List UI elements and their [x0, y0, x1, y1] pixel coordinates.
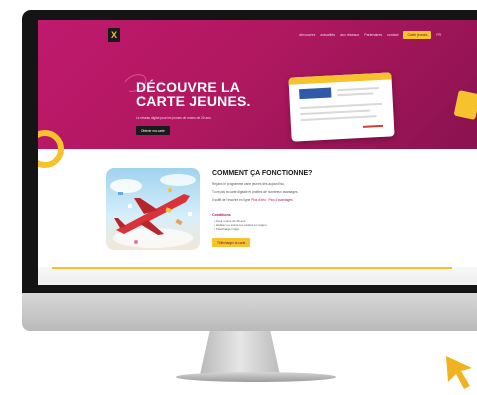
- language-selector[interactable]: FR: [436, 33, 441, 37]
- section-paragraph-1: Rejoins le programme carte jeunes dès au…: [212, 182, 285, 186]
- section-link[interactable]: Plus d'info : Plus d'avantages: [251, 198, 292, 202]
- download-card-button[interactable]: Télécharger la carte: [212, 238, 251, 247]
- monitor-screen: X découvrez actualités aux réseaux Parte…: [38, 20, 477, 285]
- conditions-title: Conditions: [212, 213, 231, 217]
- condition-item: Télécharger l'app.: [214, 227, 267, 231]
- card-illustration: [288, 72, 395, 142]
- nav-item-reseaux[interactable]: aux réseaux: [340, 33, 359, 37]
- section-title: COMMENT ÇA FONCTIONNE?: [212, 170, 313, 177]
- section-paragraph-2: Tu reçois ta carte digitale et profites …: [212, 190, 299, 194]
- monitor-chin: [22, 293, 477, 331]
- main-nav: découvrez actualités aux réseaux Partena…: [299, 31, 441, 39]
- next-section-strip: [38, 267, 477, 285]
- monitor-stand-neck: [200, 331, 280, 375]
- card-line: [337, 87, 380, 92]
- hero-title-line1: DÉCOUVRE LA: [136, 79, 241, 95]
- nav-item-contact[interactable]: contact: [387, 33, 398, 37]
- hero-banner: X découvrez actualités aux réseaux Parte…: [38, 20, 477, 149]
- yellow-divider: [52, 267, 452, 269]
- section-paragraph-3: Il suffit de t'inscrire en ligne Plus d'…: [212, 198, 293, 202]
- decorative-yellow-shape: [453, 89, 477, 121]
- card-line: [299, 102, 382, 110]
- hero-title-line2: CARTE JEUNES.: [136, 93, 251, 109]
- nav-item-partenaires[interactable]: Partenaires: [364, 33, 382, 37]
- card-line: [300, 115, 377, 122]
- card-top-strip: [288, 72, 392, 85]
- monitor-stand-base: [176, 372, 336, 382]
- hero-title: DÉCOUVRE LA CARTE JEUNES.: [136, 80, 251, 108]
- card-line: [300, 109, 371, 116]
- nav-item-actualites[interactable]: actualités: [320, 33, 335, 37]
- nav-item-decouvrez[interactable]: découvrez: [299, 33, 315, 37]
- hero-subtitle: Le réseau digital pour les jeunes de moi…: [136, 116, 212, 120]
- nav-cta-button[interactable]: Carte jeunes: [403, 31, 432, 39]
- card-line: [337, 92, 374, 97]
- conditions-list: Avoir moins de 26 ans. Habiter ou suivre…: [214, 219, 268, 232]
- card-label: [299, 87, 332, 100]
- card-accent-line: [363, 124, 384, 128]
- airplane-illustration: [110, 174, 196, 248]
- cursor-arrow-icon: [446, 356, 472, 389]
- hero-cta-button[interactable]: Obtenir ma carte: [136, 126, 170, 135]
- airplane-photo: [106, 168, 200, 250]
- site-logo[interactable]: X: [108, 28, 120, 42]
- section-paragraph-3-text: Il suffit de t'inscrire en ligne: [212, 198, 251, 202]
